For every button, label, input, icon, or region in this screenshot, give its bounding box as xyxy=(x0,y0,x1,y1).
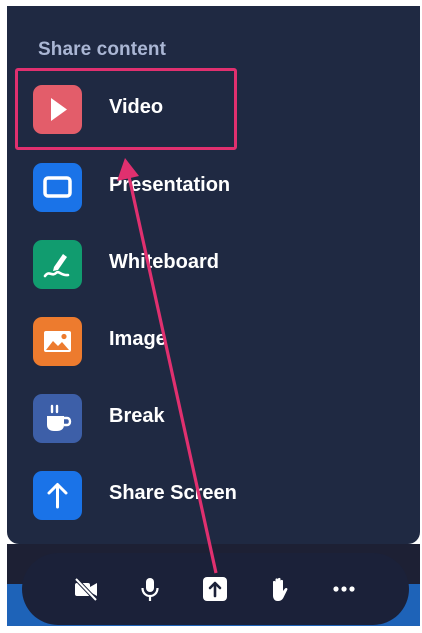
menu-item-whiteboard[interactable]: Whiteboard xyxy=(7,233,420,293)
whiteboard-pen-icon xyxy=(33,240,82,289)
upload-arrow-icon xyxy=(33,471,82,520)
menu-item-presentation[interactable]: Presentation xyxy=(7,156,420,216)
menu-item-break[interactable]: Break xyxy=(7,387,420,447)
menu-item-label: Presentation xyxy=(109,174,231,196)
image-icon xyxy=(33,317,82,366)
menu-item-share-screen[interactable]: Share Screen xyxy=(7,464,420,524)
menu-item-label: Image xyxy=(109,328,167,350)
share-content-icon[interactable] xyxy=(201,575,229,603)
menu-item-label: Break xyxy=(109,405,165,427)
raise-hand-icon[interactable] xyxy=(265,575,293,603)
menu-item-label: Share Screen xyxy=(109,482,237,504)
menu-item-image[interactable]: Image xyxy=(7,310,420,370)
menu-heading: Share content xyxy=(38,39,166,60)
camera-off-icon[interactable] xyxy=(72,575,100,603)
meeting-toolbar xyxy=(22,553,409,625)
menu-item-label: Whiteboard xyxy=(109,251,219,273)
annotation-highlight-box xyxy=(15,68,237,150)
more-options-icon[interactable] xyxy=(330,575,358,603)
presentation-icon xyxy=(33,163,82,212)
coffee-cup-icon xyxy=(33,394,82,443)
microphone-icon[interactable] xyxy=(136,575,164,603)
